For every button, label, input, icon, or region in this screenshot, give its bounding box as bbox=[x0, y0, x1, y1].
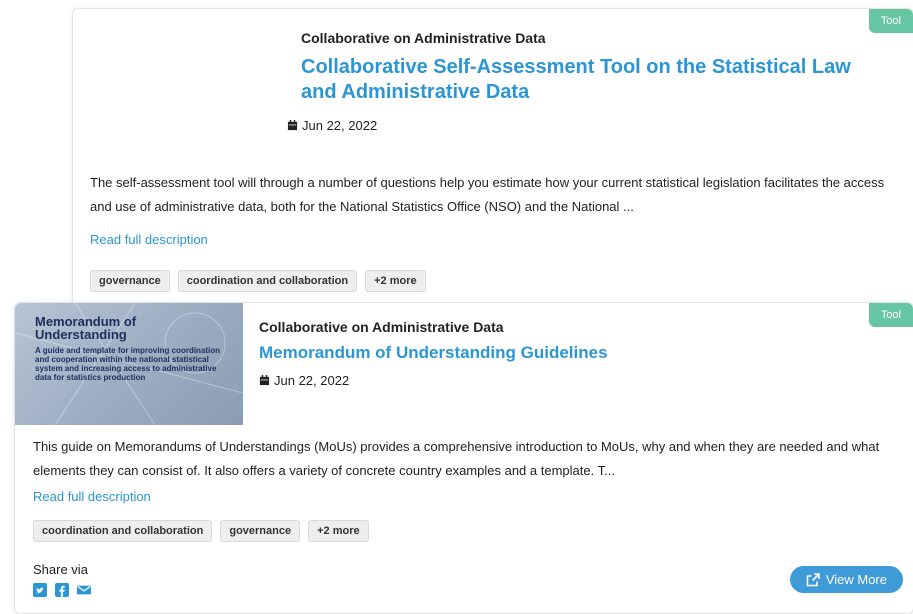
resource-thumbnail[interactable]: Memorandum of Understanding A guide and … bbox=[15, 303, 243, 425]
organization-name: Collaborative on Administrative Data bbox=[301, 30, 546, 46]
tag-list: governance coordination and collaboratio… bbox=[90, 270, 426, 292]
read-full-description-link[interactable]: Read full description bbox=[33, 489, 151, 504]
date-text: Jun 22, 2022 bbox=[274, 373, 350, 388]
tag-more[interactable]: +2 more bbox=[308, 520, 369, 542]
tag-coordination-and-collaboration[interactable]: coordination and collaboration bbox=[33, 520, 213, 542]
facebook-icon[interactable] bbox=[55, 583, 69, 597]
resource-card-self-assessment: Tool Collaborative on Administrative Dat… bbox=[72, 8, 913, 310]
type-badge: Tool bbox=[868, 9, 913, 33]
resource-title-link[interactable]: Collaborative Self-Assessment Tool on th… bbox=[301, 55, 881, 105]
resource-title-link[interactable]: Memorandum of Understanding Guidelines bbox=[259, 342, 859, 363]
tag-coordination-and-collaboration[interactable]: coordination and collaboration bbox=[177, 270, 358, 292]
type-badge: Tool bbox=[868, 303, 913, 327]
resource-card-mou-guidelines: Tool Memorandum of Understanding A guide… bbox=[14, 302, 913, 614]
tag-governance[interactable]: governance bbox=[90, 270, 170, 292]
read-full-description-link[interactable]: Read full description bbox=[90, 232, 208, 247]
calendar-icon bbox=[259, 375, 270, 386]
resource-description: The self-assessment tool will through a … bbox=[90, 175, 885, 214]
thumbnail-subtitle: A guide and template for improving coord… bbox=[35, 346, 221, 382]
tag-more[interactable]: +2 more bbox=[365, 270, 426, 292]
organization-name: Collaborative on Administrative Data bbox=[259, 319, 504, 335]
view-more-label: View More bbox=[825, 572, 887, 587]
calendar-icon bbox=[287, 120, 298, 131]
share-icons bbox=[33, 583, 91, 597]
publish-date: Jun 22, 2022 bbox=[287, 118, 377, 133]
tag-list: coordination and collaboration governanc… bbox=[33, 520, 369, 542]
date-text: Jun 22, 2022 bbox=[302, 118, 378, 133]
tag-governance[interactable]: governance bbox=[220, 520, 301, 542]
twitter-icon[interactable] bbox=[33, 583, 47, 597]
publish-date: Jun 22, 2022 bbox=[259, 373, 349, 388]
view-more-button[interactable]: View More bbox=[789, 566, 903, 593]
thumbnail-title: Memorandum of Understanding bbox=[35, 314, 137, 342]
external-link-icon bbox=[806, 572, 820, 586]
email-icon[interactable] bbox=[77, 583, 91, 597]
resource-description: This guide on Memorandums of Understandi… bbox=[33, 439, 880, 478]
share-via-label: Share via bbox=[33, 562, 88, 577]
